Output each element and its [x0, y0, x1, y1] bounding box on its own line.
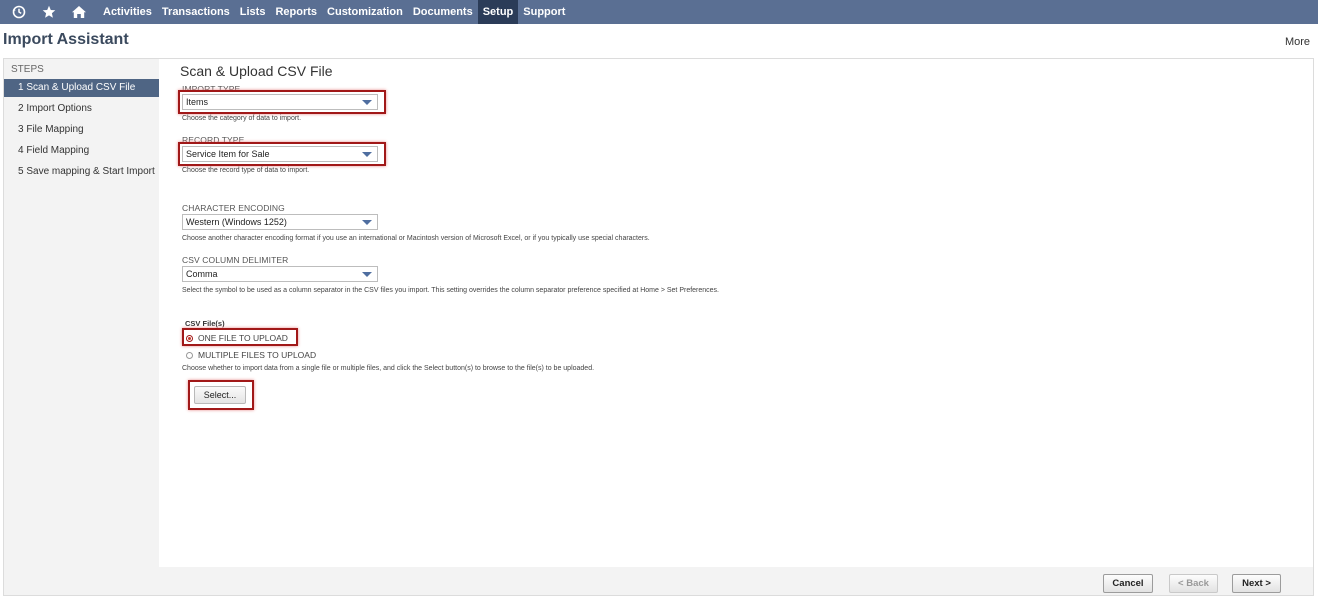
page-title: Import Assistant	[3, 31, 129, 48]
back-button[interactable]: < Back	[1169, 574, 1218, 593]
import-type-help: Choose the category of data to import.	[182, 115, 302, 122]
record-type-value: Service Item for Sale	[186, 149, 270, 159]
import-type-value: Items	[186, 97, 209, 107]
csv-files-label: CSV File(s)	[185, 319, 225, 328]
csv-delimiter-value: Comma	[186, 269, 218, 279]
step-import-options[interactable]: 2 Import Options	[4, 100, 159, 118]
record-type-select[interactable]: Service Item for Sale	[182, 146, 378, 162]
import-type-select[interactable]: Items	[182, 94, 378, 110]
select-file-button[interactable]: Select...	[194, 386, 246, 404]
multiple-files-radio[interactable]	[186, 351, 193, 359]
csv-delimiter-help: Select the symbol to be used as a column…	[182, 287, 720, 294]
step-file-mapping[interactable]: 3 File Mapping	[4, 121, 159, 139]
one-file-label: ONE FILE TO UPLOAD	[198, 333, 288, 343]
main-content: Scan & Upload CSV File IMPORT TYPE Items…	[159, 59, 1313, 567]
section-title: Scan & Upload CSV File	[180, 63, 333, 79]
csv-delimiter-select[interactable]: Comma	[182, 266, 378, 282]
assistant-frame: STEPS 1 Scan & Upload CSV File 2 Import …	[3, 58, 1314, 596]
character-encoding-help: Choose another character encoding format…	[182, 235, 650, 242]
nav-reports[interactable]: Reports	[270, 0, 322, 24]
cancel-button[interactable]: Cancel	[1103, 574, 1153, 593]
character-encoding-value: Western (Windows 1252)	[186, 217, 287, 227]
record-type-help: Choose the record type of data to import…	[182, 167, 310, 174]
nav-setup[interactable]: Setup	[477, 0, 519, 24]
next-button[interactable]: Next >	[1232, 574, 1281, 593]
home-icon[interactable]	[68, 0, 90, 24]
chevron-down-icon	[362, 272, 372, 277]
chevron-down-icon	[362, 152, 372, 157]
more-link[interactable]: More	[1285, 36, 1310, 48]
character-encoding-label: CHARACTER ENCODING	[182, 203, 285, 213]
steps-sidebar: STEPS 1 Scan & Upload CSV File 2 Import …	[4, 59, 159, 181]
one-file-radio[interactable]	[186, 334, 193, 342]
star-icon[interactable]	[38, 0, 60, 24]
step-field-mapping[interactable]: 4 Field Mapping	[4, 142, 159, 160]
step-save-mapping[interactable]: 5 Save mapping & Start Import	[4, 163, 159, 181]
csv-delimiter-label: CSV COLUMN DELIMITER	[182, 255, 289, 265]
one-file-radio-row[interactable]: ONE FILE TO UPLOAD	[186, 333, 288, 343]
multiple-files-label: MULTIPLE FILES TO UPLOAD	[198, 350, 317, 360]
chevron-down-icon	[362, 100, 372, 105]
character-encoding-select[interactable]: Western (Windows 1252)	[182, 214, 378, 230]
csv-files-help: Choose whether to import data from a sin…	[182, 365, 595, 372]
record-type-label: RECORD TYPE	[182, 135, 245, 145]
top-navbar: Activities Transactions Lists Reports Cu…	[0, 0, 1318, 24]
chevron-down-icon	[362, 220, 372, 225]
import-type-label: IMPORT TYPE	[182, 84, 241, 94]
step-scan-upload[interactable]: 1 Scan & Upload CSV File	[4, 79, 159, 97]
nav-activities[interactable]: Activities	[98, 0, 157, 24]
nav-documents[interactable]: Documents	[408, 0, 478, 24]
title-row: Import Assistant More	[0, 26, 1318, 56]
nav-customization[interactable]: Customization	[322, 0, 408, 24]
steps-heading: STEPS	[11, 64, 44, 75]
multiple-files-radio-row[interactable]: MULTIPLE FILES TO UPLOAD	[186, 350, 316, 360]
nav-lists[interactable]: Lists	[235, 0, 271, 24]
recent-icon[interactable]	[8, 0, 30, 24]
nav-transactions[interactable]: Transactions	[157, 0, 235, 24]
nav-support[interactable]: Support	[518, 0, 570, 24]
